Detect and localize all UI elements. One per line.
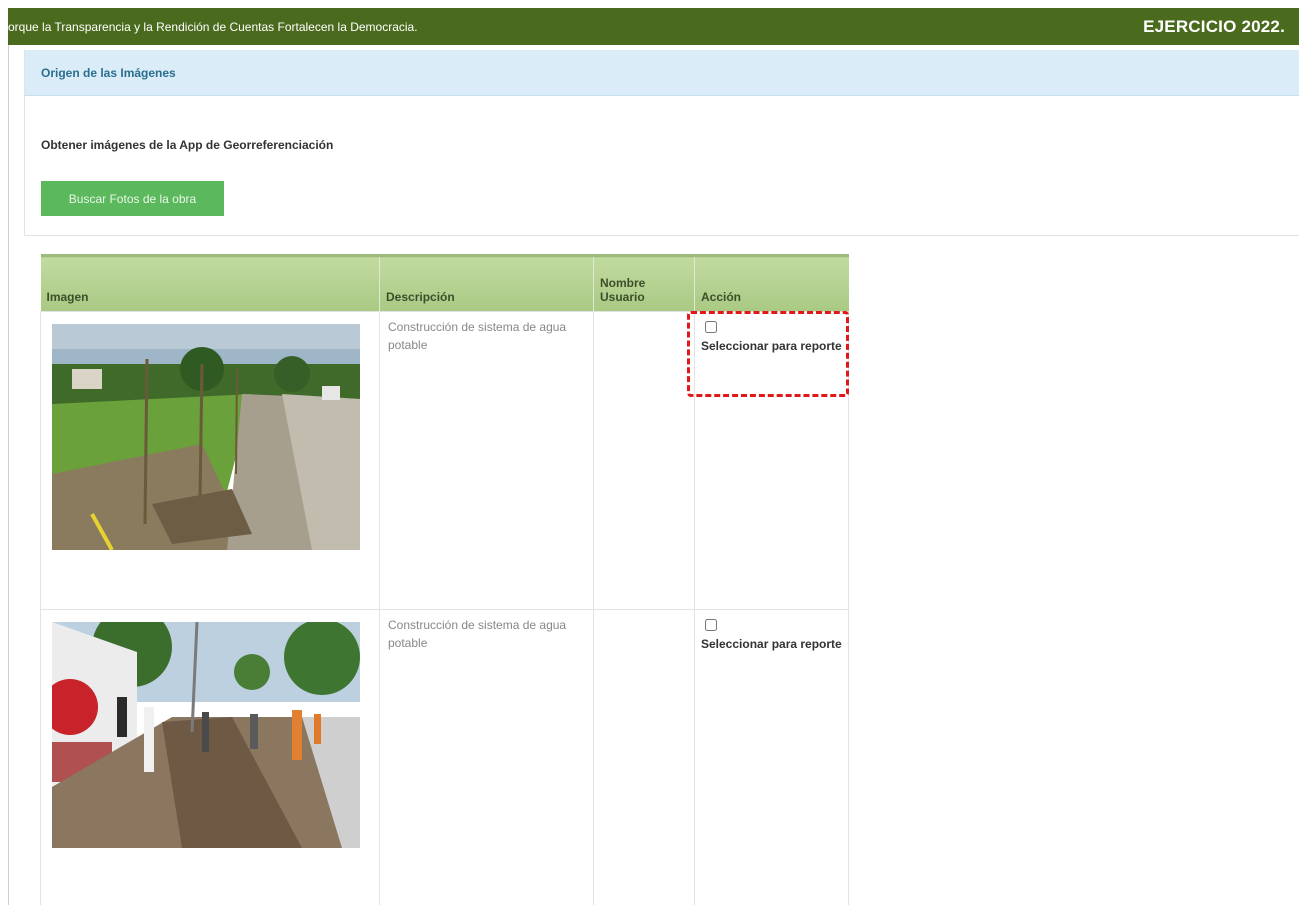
table-header-row: Imagen Descripción Nombre Usuario Acción — [40, 254, 849, 312]
column-header-user: Nombre Usuario — [593, 254, 695, 312]
site-motto: Porque la Transparencia y la Rendición d… — [0, 19, 418, 34]
row-user — [594, 312, 694, 324]
work-photo-trench — [52, 622, 360, 848]
action-cell: Seleccionar para reporte — [694, 311, 849, 610]
select-report-label[interactable]: Seleccionar para reporte — [701, 337, 842, 356]
row-description: Construcción de sistema de agua potable — [388, 320, 567, 352]
description-cell: Construcción de sistema de agua potable — [379, 609, 594, 905]
image-cell — [40, 311, 380, 610]
page-divider — [8, 45, 9, 905]
work-photo-fence — [52, 324, 360, 550]
column-header-description: Descripción — [379, 254, 594, 312]
table-row: Construcción de sistema de agua potable … — [40, 609, 849, 905]
column-header-image: Imagen — [40, 254, 380, 312]
column-header-action: Acción — [694, 254, 849, 312]
image-cell — [40, 609, 380, 905]
panel-title: Origen de las Imágenes — [41, 65, 176, 80]
action-cell: Seleccionar para reporte — [694, 609, 849, 905]
user-cell — [593, 609, 695, 905]
table-row: Construcción de sistema de agua potable … — [40, 311, 849, 610]
select-report-checkbox[interactable] — [705, 321, 717, 333]
images-table: Imagen Descripción Nombre Usuario Acción — [40, 254, 849, 905]
description-cell: Construcción de sistema de agua potable — [379, 311, 594, 610]
images-origin-panel: Origen de las Imágenes Obtener imágenes … — [24, 50, 1299, 236]
row-description: Construcción de sistema de agua potable — [388, 618, 567, 650]
panel-heading: Origen de las Imágenes — [25, 50, 1299, 96]
select-report-label[interactable]: Seleccionar para reporte — [701, 635, 842, 654]
row-user — [594, 610, 694, 622]
georef-instructions: Obtener imágenes de la App de Georrefere… — [41, 138, 334, 152]
search-photos-button[interactable]: Buscar Fotos de la obra — [41, 181, 224, 216]
top-banner: Porque la Transparencia y la Rendición d… — [0, 8, 1299, 45]
select-report-checkbox[interactable] — [705, 619, 717, 631]
user-cell — [593, 311, 695, 610]
fiscal-year-label: EJERCICIO 2022. — [1143, 16, 1285, 36]
